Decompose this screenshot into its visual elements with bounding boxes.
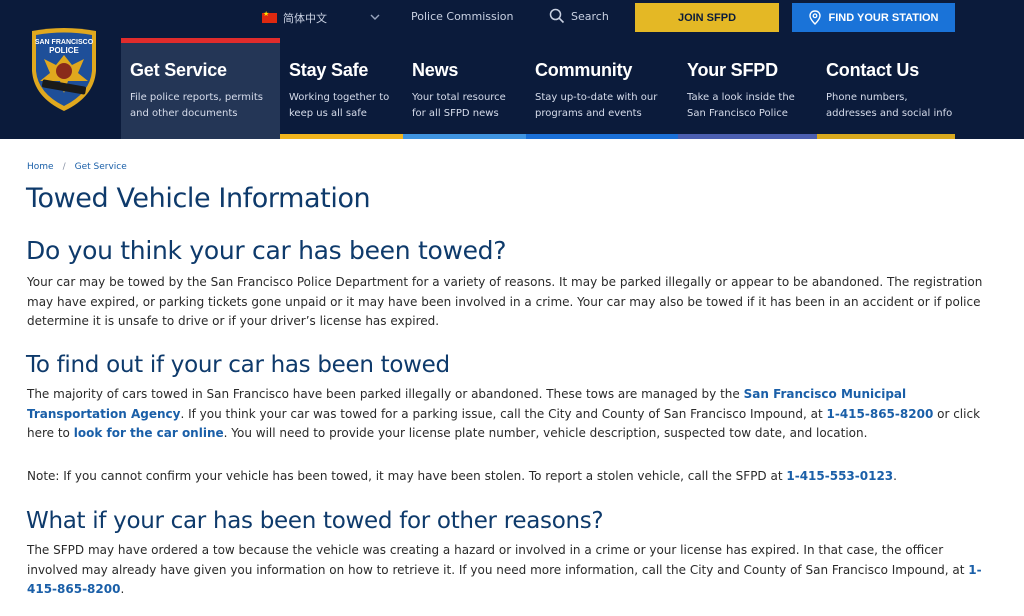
location-pin-icon: [808, 10, 821, 25]
join-sfpd-button[interactable]: JOIN SFPD: [635, 3, 779, 32]
nav-desc: File police reports, permits and other do…: [130, 92, 263, 119]
language-label: 简体中文: [283, 12, 327, 25]
search-label: Search: [571, 9, 609, 23]
section-body-other-reasons: The SFPD may have ordered a tow because …: [27, 543, 982, 597]
breadcrumb-separator: /: [62, 162, 66, 172]
nav-stay-safe[interactable]: Stay Safe Working together to keep us all…: [280, 38, 403, 139]
nav-accent-bar: [121, 38, 280, 43]
nav-accent-bar: [280, 134, 403, 139]
nav-desc: Phone numbers, addresses and social info: [826, 92, 953, 119]
nav-accent-bar: [678, 134, 817, 139]
badge-mid-text: POLICE: [49, 46, 79, 55]
china-flag-icon: [262, 10, 277, 23]
section-body-find-out: The majority of cars towed in San Franci…: [27, 387, 981, 441]
section-heading-towed: Do you think your car has been towed?: [26, 236, 507, 265]
section-heading-find-out: To find out if your car has been towed: [26, 352, 450, 378]
nav-title: Contact Us: [826, 60, 920, 80]
nav-title: Community: [535, 60, 633, 80]
nav-accent-bar: [403, 134, 526, 139]
nav-desc: Take a look inside the San Francisco Poli…: [687, 92, 795, 119]
sfpd-badge-logo[interactable]: SAN FRANCISCO POLICE: [28, 27, 100, 113]
impound-phone-link[interactable]: 1-415-865-8200: [827, 407, 934, 421]
section-heading-other-reasons: What if your car has been towed for othe…: [26, 508, 604, 534]
nav-title: Get Service: [130, 60, 227, 80]
nav-title: Your SFPD: [687, 60, 778, 80]
find-station-button[interactable]: FIND YOUR STATION: [792, 3, 955, 32]
look-for-car-online-link[interactable]: look for the car online: [74, 426, 224, 440]
badge-top-text: SAN FRANCISCO: [35, 39, 94, 46]
nav-get-service[interactable]: Get Service File police reports, permits…: [121, 38, 280, 139]
nav-contact-us[interactable]: Contact Us Phone numbers, addresses and s…: [817, 38, 955, 139]
section-body-towed: Your car may be towed by the San Francis…: [27, 275, 983, 329]
nav-news[interactable]: News Your total resource for all SFPD new…: [403, 38, 526, 139]
find-station-label: FIND YOUR STATION: [828, 11, 939, 24]
nav-desc: Stay up-to-date with our programs and eve…: [535, 92, 658, 119]
nav-community[interactable]: Community Stay up-to-date with our progra…: [526, 38, 678, 139]
breadcrumb-home[interactable]: Home: [27, 162, 54, 172]
nav-your-sfpd[interactable]: Your SFPD Take a look inside the San Fran…: [678, 38, 817, 139]
chevron-down-icon[interactable]: [368, 10, 382, 24]
police-commission-link[interactable]: Police Commission: [411, 10, 514, 23]
breadcrumb: Home / Get Service: [27, 162, 127, 172]
nav-desc: Working together to keep us all safe: [289, 92, 390, 119]
nav-accent-bar: [526, 134, 678, 139]
stolen-vehicle-note: Note: If you cannot confirm your vehicle…: [27, 469, 897, 483]
breadcrumb-get-service[interactable]: Get Service: [75, 162, 127, 172]
nav-desc: Your total resource for all SFPD news: [412, 92, 506, 119]
search-icon: [549, 8, 565, 24]
search-button[interactable]: Search: [549, 8, 609, 24]
language-selector[interactable]: 简体中文: [262, 9, 327, 27]
nav-title: News: [412, 60, 459, 80]
page-title: Towed Vehicle Information: [26, 183, 371, 214]
sfpd-phone-link[interactable]: 1-415-553-0123: [786, 469, 893, 483]
nav-title: Stay Safe: [289, 60, 369, 80]
utility-bar: 简体中文 Police Commission Search JOIN SFPD …: [0, 0, 1024, 38]
nav-accent-bar: [817, 134, 955, 139]
